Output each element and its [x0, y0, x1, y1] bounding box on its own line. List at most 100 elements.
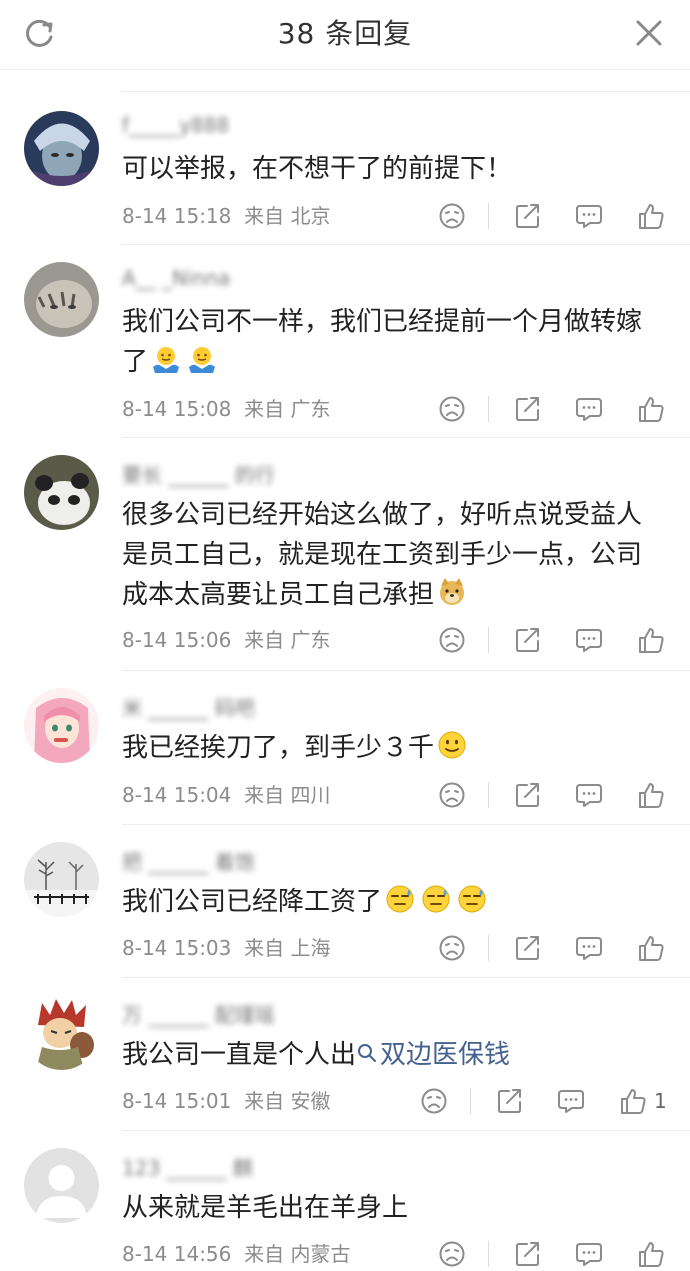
- dislike-face-icon[interactable]: [437, 780, 467, 810]
- comment-icon[interactable]: [574, 625, 604, 655]
- separator: [470, 1088, 471, 1114]
- comment-actions: [430, 933, 690, 969]
- share-icon[interactable]: [513, 201, 543, 231]
- avatar[interactable]: [24, 688, 99, 763]
- share-icon[interactable]: [495, 1086, 525, 1116]
- separator: [488, 203, 489, 229]
- comment-icon[interactable]: [574, 780, 604, 810]
- comment-text: 可以举报，在不想干了的前提下！: [122, 154, 513, 184]
- comment-location: 来自 广东: [244, 628, 331, 652]
- comment-meta: 8-14 15:06 来自 广东: [122, 626, 330, 654]
- comment-icon[interactable]: [574, 394, 604, 424]
- comment-meta: 8-14 15:01 来自 安徽: [122, 1087, 330, 1115]
- comment-actions: [430, 625, 690, 661]
- divider: [122, 977, 690, 978]
- smile-emoji: [436, 729, 468, 761]
- close-icon[interactable]: [632, 16, 666, 50]
- comment-text-body: 我公司一直是个人出: [122, 1040, 357, 1070]
- share-icon[interactable]: [513, 1239, 543, 1269]
- username[interactable]: f_____y888: [122, 113, 229, 139]
- like-count: 1: [654, 1089, 667, 1113]
- comment-date: 8-14 15:08: [122, 397, 232, 421]
- comment-text: 我已经挨刀了，到手少３千: [122, 728, 662, 768]
- comment-date: 8-14 15:04: [122, 783, 232, 807]
- comment-date: 8-14 15:03: [122, 936, 232, 960]
- comment-location: 来自 安徽: [244, 1089, 331, 1113]
- shrug-emoji: [186, 343, 218, 375]
- thumbs-up-icon[interactable]: [636, 625, 666, 655]
- dislike-face-icon[interactable]: [437, 201, 467, 231]
- dislike-face-icon[interactable]: [437, 933, 467, 963]
- comment-actions: 1: [412, 1086, 672, 1122]
- comment-actions: [430, 201, 690, 237]
- divider: [122, 824, 690, 825]
- topic-link-text: 双边医保钱: [380, 1040, 511, 1070]
- share-icon[interactable]: [513, 933, 543, 963]
- comment-meta: 8-14 15:18 来自 北京: [122, 202, 330, 230]
- thumbs-up-icon[interactable]: [636, 201, 666, 231]
- comment-icon[interactable]: [574, 933, 604, 963]
- comment-location: 来自 上海: [244, 936, 331, 960]
- comment-meta: 8-14 15:03 来自 上海: [122, 934, 330, 962]
- divider: [122, 437, 690, 438]
- comment-location: 来自 四川: [244, 783, 331, 807]
- comment-icon[interactable]: [556, 1086, 586, 1116]
- share-icon[interactable]: [513, 394, 543, 424]
- thumbs-up-icon[interactable]: [636, 1239, 666, 1269]
- divider: [122, 1130, 690, 1131]
- separator: [488, 935, 489, 961]
- comment-date: 8-14 15:01: [122, 1089, 232, 1113]
- comment-icon[interactable]: [574, 201, 604, 231]
- topic-link[interactable]: 双边医保钱: [356, 1040, 510, 1070]
- username[interactable]: 米 ______ 码吧: [122, 692, 255, 720]
- comment-location: 来自 北京: [244, 204, 331, 228]
- avatar[interactable]: [24, 995, 99, 1070]
- page-title: 38 条回复: [277, 17, 413, 50]
- dislike-face-icon[interactable]: [437, 394, 467, 424]
- comment-date: 8-14 14:56: [122, 1242, 232, 1266]
- comment-actions: [430, 780, 690, 816]
- username[interactable]: A__ _Ninna: [122, 266, 230, 292]
- comment-icon[interactable]: [574, 1239, 604, 1269]
- thumbs-up-icon[interactable]: [636, 933, 666, 963]
- comment-text-body: 我们公司已经降工资了: [122, 887, 383, 917]
- dislike-face-icon[interactable]: [419, 1086, 449, 1116]
- shrug-emoji: [150, 343, 182, 375]
- comment-text: 我们公司已经降工资了: [122, 882, 662, 922]
- comment-text-body: 我已经挨刀了，到手少３千: [122, 733, 435, 763]
- comment-text: 很多公司已经开始这么做了，好听点说受益人是员工自己，就是现在工资到手少一点，公司…: [122, 495, 662, 615]
- comment-text-body: 很多公司已经开始这么做了，好听点说受益人是员工自己，就是现在工资到手少一点，公司…: [122, 500, 643, 610]
- share-icon[interactable]: [513, 780, 543, 810]
- thumbs-up-icon[interactable]: [636, 780, 666, 810]
- comment-meta: 8-14 14:56 来自 内蒙古: [122, 1240, 350, 1268]
- avatar[interactable]: [24, 262, 99, 337]
- comment-date: 8-14 15:18: [122, 204, 232, 228]
- avatar[interactable]: [24, 111, 99, 186]
- dislike-face-icon[interactable]: [437, 625, 467, 655]
- username[interactable]: 123 ______ 麒: [122, 1152, 253, 1180]
- thumbs-up-icon[interactable]: [636, 394, 666, 424]
- sweat-emoji: [456, 883, 488, 915]
- comment-actions: [430, 1239, 690, 1271]
- sweat-emoji: [420, 883, 452, 915]
- thumbs-up-icon[interactable]: [618, 1086, 648, 1116]
- username[interactable]: 把 ______ 着饱: [122, 846, 255, 874]
- comment-location: 来自 内蒙古: [244, 1242, 351, 1266]
- comment-date: 8-14 15:06: [122, 628, 232, 652]
- comment-text: 从来就是羊毛出在羊身上: [122, 1193, 409, 1223]
- comment-location: 来自 广东: [244, 397, 331, 421]
- avatar[interactable]: [24, 1148, 99, 1223]
- separator: [488, 782, 489, 808]
- sweat-emoji: [384, 883, 416, 915]
- avatar[interactable]: [24, 842, 99, 917]
- username[interactable]: 万 ______ 配瑾瑶: [122, 999, 275, 1027]
- dislike-face-icon[interactable]: [437, 1239, 467, 1269]
- comment-meta: 8-14 15:08 来自 广东: [122, 395, 330, 423]
- share-icon[interactable]: [513, 625, 543, 655]
- header-bar: 38 条回复: [0, 0, 690, 70]
- doge-emoji: [436, 576, 468, 608]
- avatar[interactable]: [24, 455, 99, 530]
- divider: [122, 670, 690, 671]
- username[interactable]: 要长 ______ 的行: [122, 459, 275, 487]
- separator: [488, 1241, 489, 1267]
